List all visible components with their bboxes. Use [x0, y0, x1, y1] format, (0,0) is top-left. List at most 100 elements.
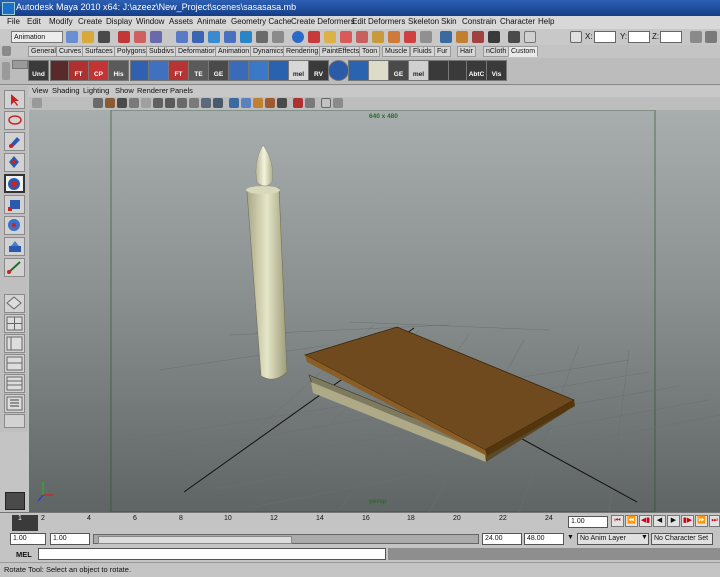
shelf-tab-fluids[interactable]: Fluids	[410, 46, 435, 57]
high-quality-icon[interactable]	[305, 98, 315, 108]
shelf-sphere-button[interactable]	[328, 60, 349, 81]
select-by-handle-icon[interactable]	[176, 31, 188, 43]
save-scene-icon[interactable]	[98, 31, 110, 43]
shelf-scroll-up-icon[interactable]	[12, 60, 28, 69]
menu-edit-deformers[interactable]: Edit Deformers	[352, 17, 405, 26]
shelf-tab-muscle[interactable]: Muscle	[382, 46, 411, 57]
wireframe-on-shaded-icon[interactable]	[253, 98, 263, 108]
make-live-icon[interactable]	[388, 31, 400, 43]
menu-file[interactable]: File	[7, 17, 20, 26]
panel-menu-view[interactable]: View	[32, 86, 48, 95]
wireframe-icon[interactable]	[229, 98, 239, 108]
panel-menu-renderer[interactable]: Renderer	[137, 86, 168, 95]
shelf-mel-2-button[interactable]: mel	[408, 60, 429, 81]
shelf-tab-ncloth[interactable]: nCloth	[483, 46, 510, 57]
menu-geometry-cache[interactable]: Geometry Cache	[231, 17, 291, 26]
menu-assets[interactable]: Assets	[169, 17, 193, 26]
ipr-render-icon[interactable]	[472, 31, 484, 43]
panel-menu-panels[interactable]: Panels	[170, 86, 193, 95]
end-time-field[interactable]: 48.00	[524, 533, 564, 545]
shelf-menu-icon[interactable]	[2, 46, 11, 56]
lock-selection-icon[interactable]	[308, 31, 320, 43]
shelf-tab-rendering[interactable]: Rendering	[283, 46, 322, 57]
safe-action-icon[interactable]	[213, 98, 223, 108]
persp-graph-layout-icon[interactable]	[4, 354, 25, 373]
image-plane-icon[interactable]	[129, 98, 139, 108]
shelf-graph-editor-2-button[interactable]: GE	[388, 60, 409, 81]
command-input[interactable]	[38, 548, 386, 560]
coordinate-mode-icon[interactable]	[570, 31, 582, 43]
snap-point-icon[interactable]	[356, 31, 368, 43]
select-object-icon[interactable]	[134, 31, 146, 43]
shelf-tab-subdivs[interactable]: Subdivs	[146, 46, 177, 57]
camera-attributes-icon[interactable]	[105, 98, 115, 108]
single-pane-layout-icon[interactable]	[4, 294, 25, 313]
command-language-label[interactable]: MEL	[16, 550, 32, 559]
range-handle[interactable]	[98, 536, 292, 544]
select-component-icon[interactable]	[150, 31, 162, 43]
step-forward-frame-icon[interactable]: ⏩	[695, 515, 708, 527]
render-settings-icon[interactable]	[488, 31, 500, 43]
xray-icon[interactable]	[333, 98, 343, 108]
select-misc-icon[interactable]	[292, 31, 304, 43]
construction-history-icon[interactable]	[440, 31, 452, 43]
gate-mask-icon[interactable]	[189, 98, 199, 108]
render-current-frame-icon[interactable]	[456, 31, 468, 43]
shelf-tab-dynamics[interactable]: Dynamics	[250, 46, 287, 57]
start-time-field[interactable]: 1.00	[10, 533, 46, 545]
step-forward-key-icon[interactable]: ▮▶	[681, 515, 694, 527]
shelf-visibility-button[interactable]: Vis	[486, 60, 507, 81]
menu-display[interactable]: Display	[106, 17, 132, 26]
shelf-tab-surfaces[interactable]: Surfaces	[82, 46, 116, 57]
mode-selector[interactable]: Animation	[11, 31, 63, 43]
scale-tool-icon[interactable]	[4, 195, 25, 214]
shelf-freeze-button[interactable]: FT	[168, 60, 189, 81]
menu-constrain[interactable]: Constrain	[462, 17, 496, 26]
y-input[interactable]	[628, 31, 650, 43]
open-scene-icon[interactable]	[82, 31, 94, 43]
lasso-tool-icon[interactable]	[4, 111, 25, 130]
anim-layer-dropdown[interactable]: No Anim Layer	[577, 533, 649, 545]
shelf-options-icon[interactable]	[2, 62, 10, 80]
shelf-tab-fur[interactable]: Fur	[434, 46, 451, 57]
shelf-uv-button[interactable]	[228, 60, 249, 81]
paint-select-tool-icon[interactable]	[4, 132, 25, 151]
menu-window[interactable]: Window	[136, 17, 164, 26]
channel-box-icon[interactable]	[690, 31, 702, 43]
playback-start-field[interactable]: 1.00	[50, 533, 90, 545]
current-frame-field[interactable]: 1.00	[568, 516, 608, 528]
outliner-layout-icon[interactable]	[4, 394, 25, 413]
shelf-graph-editor-button[interactable]: GE	[208, 60, 229, 81]
help-icon[interactable]	[5, 492, 25, 510]
select-hierarchy-icon[interactable]	[118, 31, 130, 43]
shelf-tab-animation[interactable]: Animation	[215, 46, 253, 57]
menu-character[interactable]: Character	[500, 17, 535, 26]
bookmarks-icon[interactable]	[117, 98, 127, 108]
persp-hypershade-layout-icon[interactable]	[4, 374, 25, 393]
film-gate-icon[interactable]	[165, 98, 175, 108]
panel-menu-show[interactable]: Show	[115, 86, 134, 95]
select-camera-icon[interactable]	[93, 98, 103, 108]
select-by-rendering-icon[interactable]	[272, 31, 284, 43]
shelf-tab-painteffects[interactable]: PaintEffects	[319, 46, 363, 57]
go-to-end-icon[interactable]: ⏭	[709, 515, 720, 527]
resolution-gate-icon[interactable]	[177, 98, 187, 108]
anim-layer-dropdown-icon[interactable]: ▼	[567, 534, 574, 541]
scene-canvas[interactable]	[29, 110, 720, 512]
character-set-dropdown[interactable]: No Character Set	[651, 533, 713, 545]
snap-curve-icon[interactable]	[340, 31, 352, 43]
select-tool-icon[interactable]	[4, 90, 25, 109]
show-manipulator-icon[interactable]	[4, 258, 25, 277]
shelf-tab-curves[interactable]: Curves	[56, 46, 85, 57]
shelf-hypershade-button[interactable]	[348, 60, 369, 81]
select-by-surface-icon[interactable]	[224, 31, 236, 43]
shelf-tab-custom[interactable]: Custom	[508, 46, 539, 57]
menu-skeleton[interactable]: Skeleton	[408, 17, 439, 26]
shelf-curve-button[interactable]	[428, 60, 449, 81]
z-input[interactable]	[660, 31, 682, 43]
shelf-render-view-button[interactable]: RV	[308, 60, 329, 81]
shelf-abtc-button[interactable]: AbtC	[466, 60, 487, 81]
menu-edit[interactable]: Edit	[27, 17, 41, 26]
select-by-deformation-icon[interactable]	[240, 31, 252, 43]
rotate-tool-icon[interactable]	[4, 174, 25, 193]
